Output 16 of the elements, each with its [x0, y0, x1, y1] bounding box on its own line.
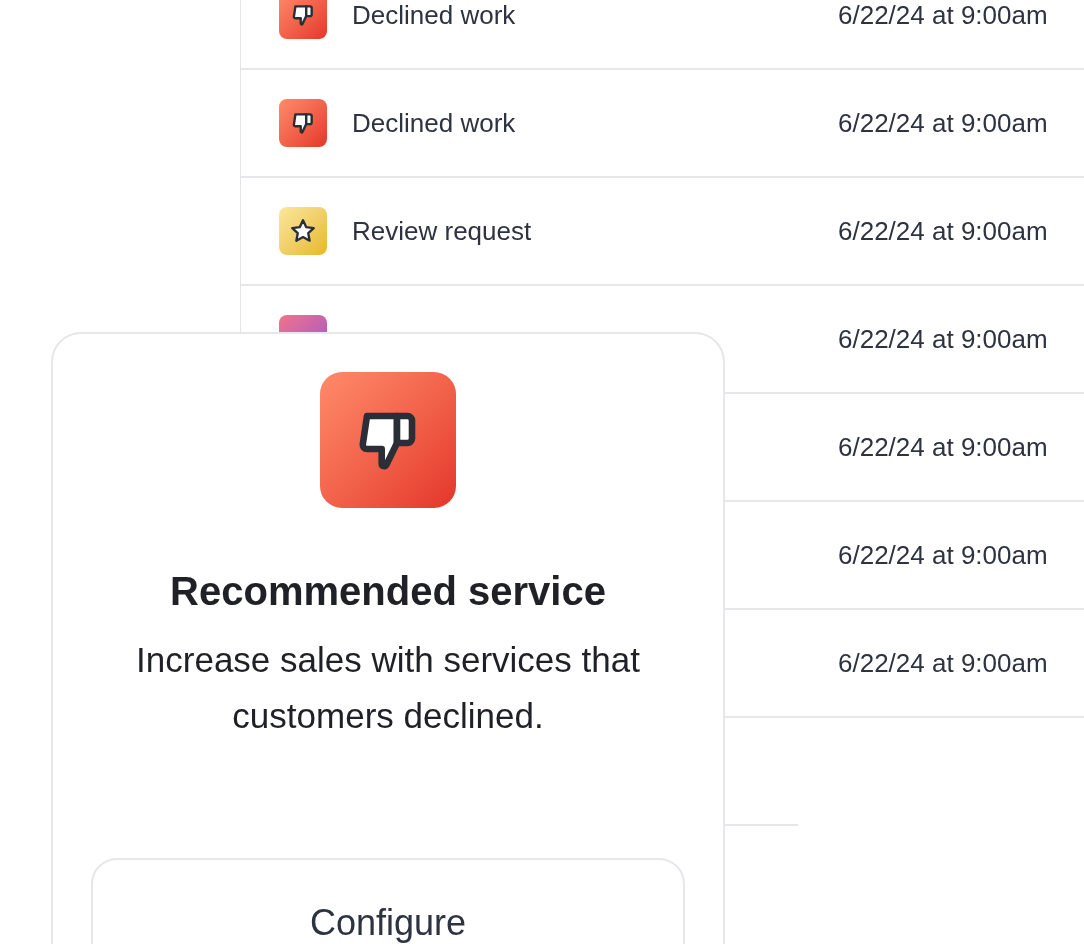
card-description: Increase sales with services that customers declined. — [135, 639, 641, 737]
activity-date: 6/22/24 at 9:00am — [838, 0, 1048, 32]
activity-title: Review request — [352, 214, 532, 248]
activity-date: 6/22/24 at 9:00am — [838, 538, 1048, 572]
activity-title: Declined work — [352, 106, 516, 140]
activity-date: 6/22/24 at 9:00am — [838, 106, 1048, 140]
thumbs-down-icon — [290, 110, 316, 136]
activity-date: 6/22/24 at 9:00am — [838, 214, 1048, 248]
configure-button[interactable]: Configure — [91, 858, 685, 944]
star-icon — [289, 217, 317, 245]
activity-title: Declined work — [352, 0, 516, 32]
activity-date: 6/22/24 at 9:00am — [838, 646, 1048, 680]
thumbs-down-icon — [290, 2, 316, 28]
card-title: Recommended service — [170, 568, 606, 615]
activity-date: 6/22/24 at 9:00am — [838, 430, 1048, 464]
activity-date: 6/22/24 at 9:00am — [838, 322, 1048, 356]
